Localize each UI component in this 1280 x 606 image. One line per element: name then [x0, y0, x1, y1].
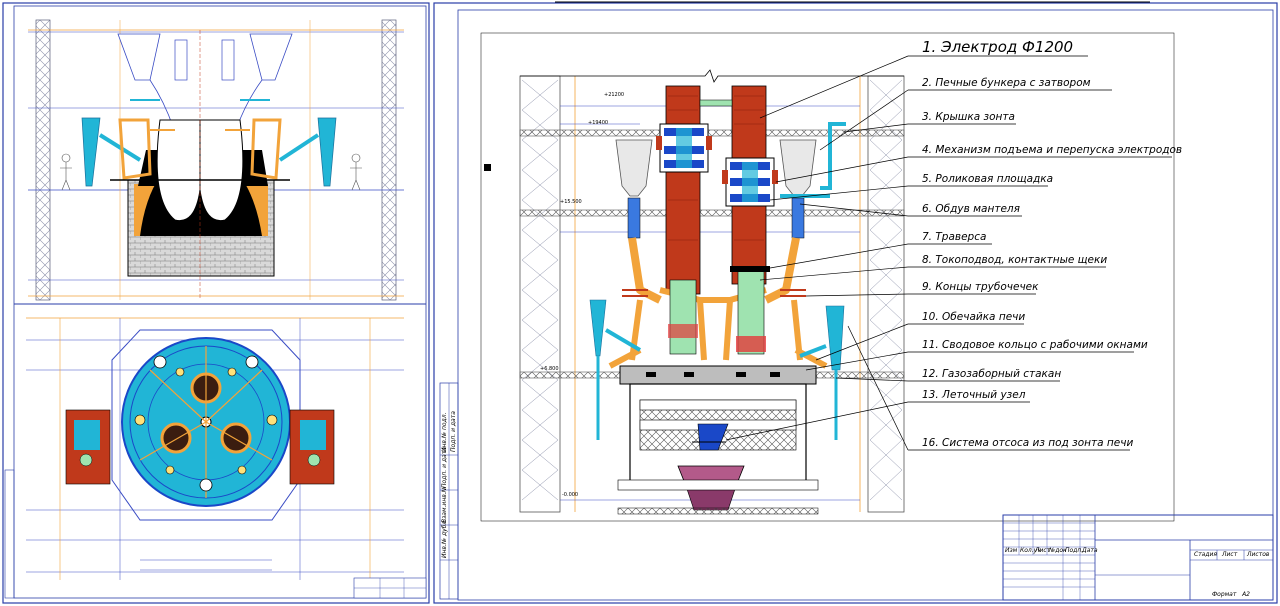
slipping-mechanism-right: [722, 157, 778, 207]
callout-3: 3. Крышка зонта: [922, 111, 1015, 123]
callout-11: 11. Сводовое кольцо с рабочими окнами: [922, 339, 1148, 351]
callout-2: 2. Печные бункера с затвором: [922, 77, 1091, 89]
callout-9: 9. Концы трубочечек: [922, 281, 1039, 293]
callout-5: 5. Роликовая площадка: [922, 173, 1054, 185]
drawing-sheet: +21200 +19400 +15.500 +6.800 -0.000: [2, 1, 1278, 604]
level-mark: +6.800: [540, 366, 559, 372]
callout-12: 12. Газозаборный стакан: [922, 368, 1062, 380]
left-sheet: [2, 2, 430, 604]
level-mark: -0.000: [562, 492, 578, 498]
tb-sheet-label: Лист: [1222, 551, 1238, 558]
callout-8: 8. Токоподвод, контактные щеки: [922, 254, 1108, 266]
callout-1: 1. Электрод Ф1200: [922, 38, 1074, 56]
tb-col-podp: Подп.: [1065, 547, 1084, 554]
callout-7: 7. Траверса: [922, 231, 987, 243]
callout-16: 16. Система отсоса из под зонта печи: [922, 437, 1134, 449]
callout-13: 13. Леточный узел: [922, 389, 1026, 401]
tb-stage-label: Стадия: [1194, 551, 1218, 558]
level-mark: +19400: [588, 120, 608, 126]
right-sheet: [433, 1, 1278, 604]
tb-format: Формат А2: [1212, 591, 1250, 598]
stamp-podp-date-2: Подп. и дата: [450, 411, 457, 452]
tb-col-izm: Изм: [1005, 547, 1018, 554]
tb-col-date: Дата: [1082, 547, 1098, 554]
stamp-vzam-inv: Взам.инв.№: [441, 486, 448, 523]
tb-col-list: Лист: [1035, 547, 1051, 554]
stamp-podp-date-1: Подп. и дата: [441, 447, 448, 488]
callout-4: 4. Механизм подъема и перепуска электрод…: [922, 144, 1183, 156]
tb-sheets-label: Листов: [1247, 551, 1270, 558]
callout-10: 10. Обечайка печи: [922, 311, 1026, 323]
level-mark: +21200: [604, 92, 624, 98]
stamp-inv-dubl: Инв.№ дубл.: [441, 518, 448, 558]
slipping-mechanism-left: [656, 123, 712, 173]
level-mark: +15.500: [560, 199, 582, 205]
callout-6: 6. Обдув мантеля: [922, 203, 1020, 215]
